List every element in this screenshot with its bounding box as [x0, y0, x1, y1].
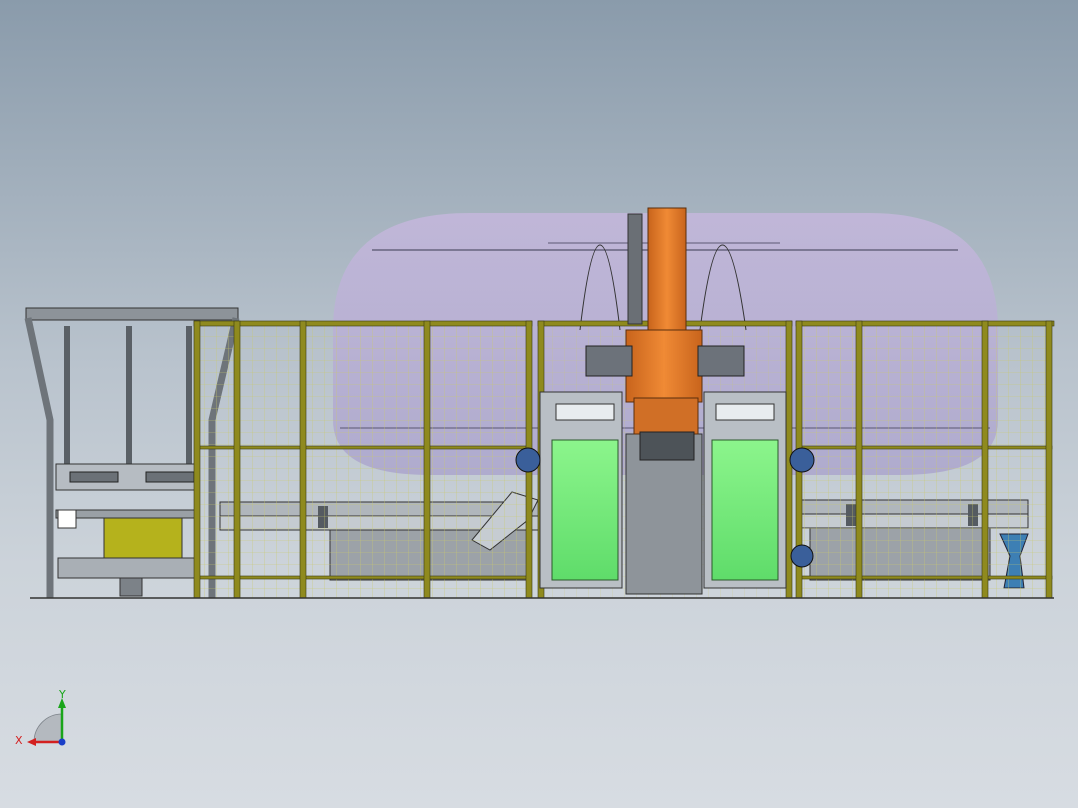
- cad-viewport[interactable]: Y X: [0, 0, 1078, 808]
- triad-y-label: Y: [58, 688, 66, 701]
- assembly-model[interactable]: Y X: [0, 0, 1078, 808]
- triad-x-label: X: [15, 734, 23, 747]
- coordinate-triad: Y X: [15, 688, 66, 747]
